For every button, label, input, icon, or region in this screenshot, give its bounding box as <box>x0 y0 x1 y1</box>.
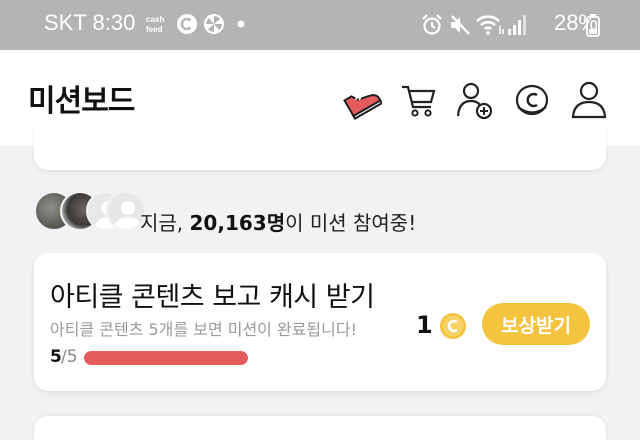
claim-reward-button[interactable]: 보상받기 <box>482 303 590 345</box>
mission-card[interactable]: 아티클 콘텐츠 보고 캐시 받기 아티클 콘텐츠 5개를 보면 미션이 완료됩니… <box>34 253 606 391</box>
progress-total: /5 <box>61 347 78 367</box>
previous-mission-card <box>34 126 606 170</box>
profile-icon[interactable] <box>569 80 609 120</box>
sneaker-icon[interactable] <box>340 78 382 120</box>
dot-icon <box>237 20 245 28</box>
battery-icon <box>586 14 600 37</box>
fan-icon <box>204 14 224 34</box>
progress-bar <box>84 351 248 365</box>
status-carrier-time: SKT 8:30 <box>44 10 135 36</box>
mission-title: 아티클 콘텐츠 보고 캐시 받기 <box>50 282 375 313</box>
mute-icon <box>451 15 470 35</box>
progress-bar-fill <box>84 351 248 365</box>
cart-icon[interactable] <box>398 80 438 120</box>
participants-suffix: 이 미션 참여중! <box>285 211 417 235</box>
status-time: 8:30 <box>92 10 136 35</box>
reward-amount: 1 <box>416 311 433 339</box>
svg-text:cash: cash <box>146 15 164 24</box>
participant-count-text: 지금, 20,163명이 미션 참여중! <box>140 207 416 236</box>
status-carrier: SKT <box>44 10 87 35</box>
c-coin-icon <box>177 14 197 34</box>
page-title: 미션보드 <box>28 84 135 119</box>
cashfeed-icon: cash feed <box>146 15 164 34</box>
add-friend-icon[interactable] <box>455 80 495 120</box>
status-bar: SKT 8:30 cash feed 28% <box>0 0 640 50</box>
next-mission-card <box>34 416 606 440</box>
participants-count: 20,163명 <box>189 211 286 235</box>
alarm-icon <box>422 14 442 35</box>
wifi-icon <box>476 15 504 35</box>
coin-icon[interactable] <box>512 80 552 120</box>
participants-prefix: 지금, <box>140 211 190 235</box>
gold-coin-icon <box>440 313 466 339</box>
svg-text:feed: feed <box>146 25 163 34</box>
mission-description: 아티클 콘텐츠 5개를 보면 미션이 완료됩니다! <box>50 320 357 339</box>
signal-icon <box>508 15 526 35</box>
